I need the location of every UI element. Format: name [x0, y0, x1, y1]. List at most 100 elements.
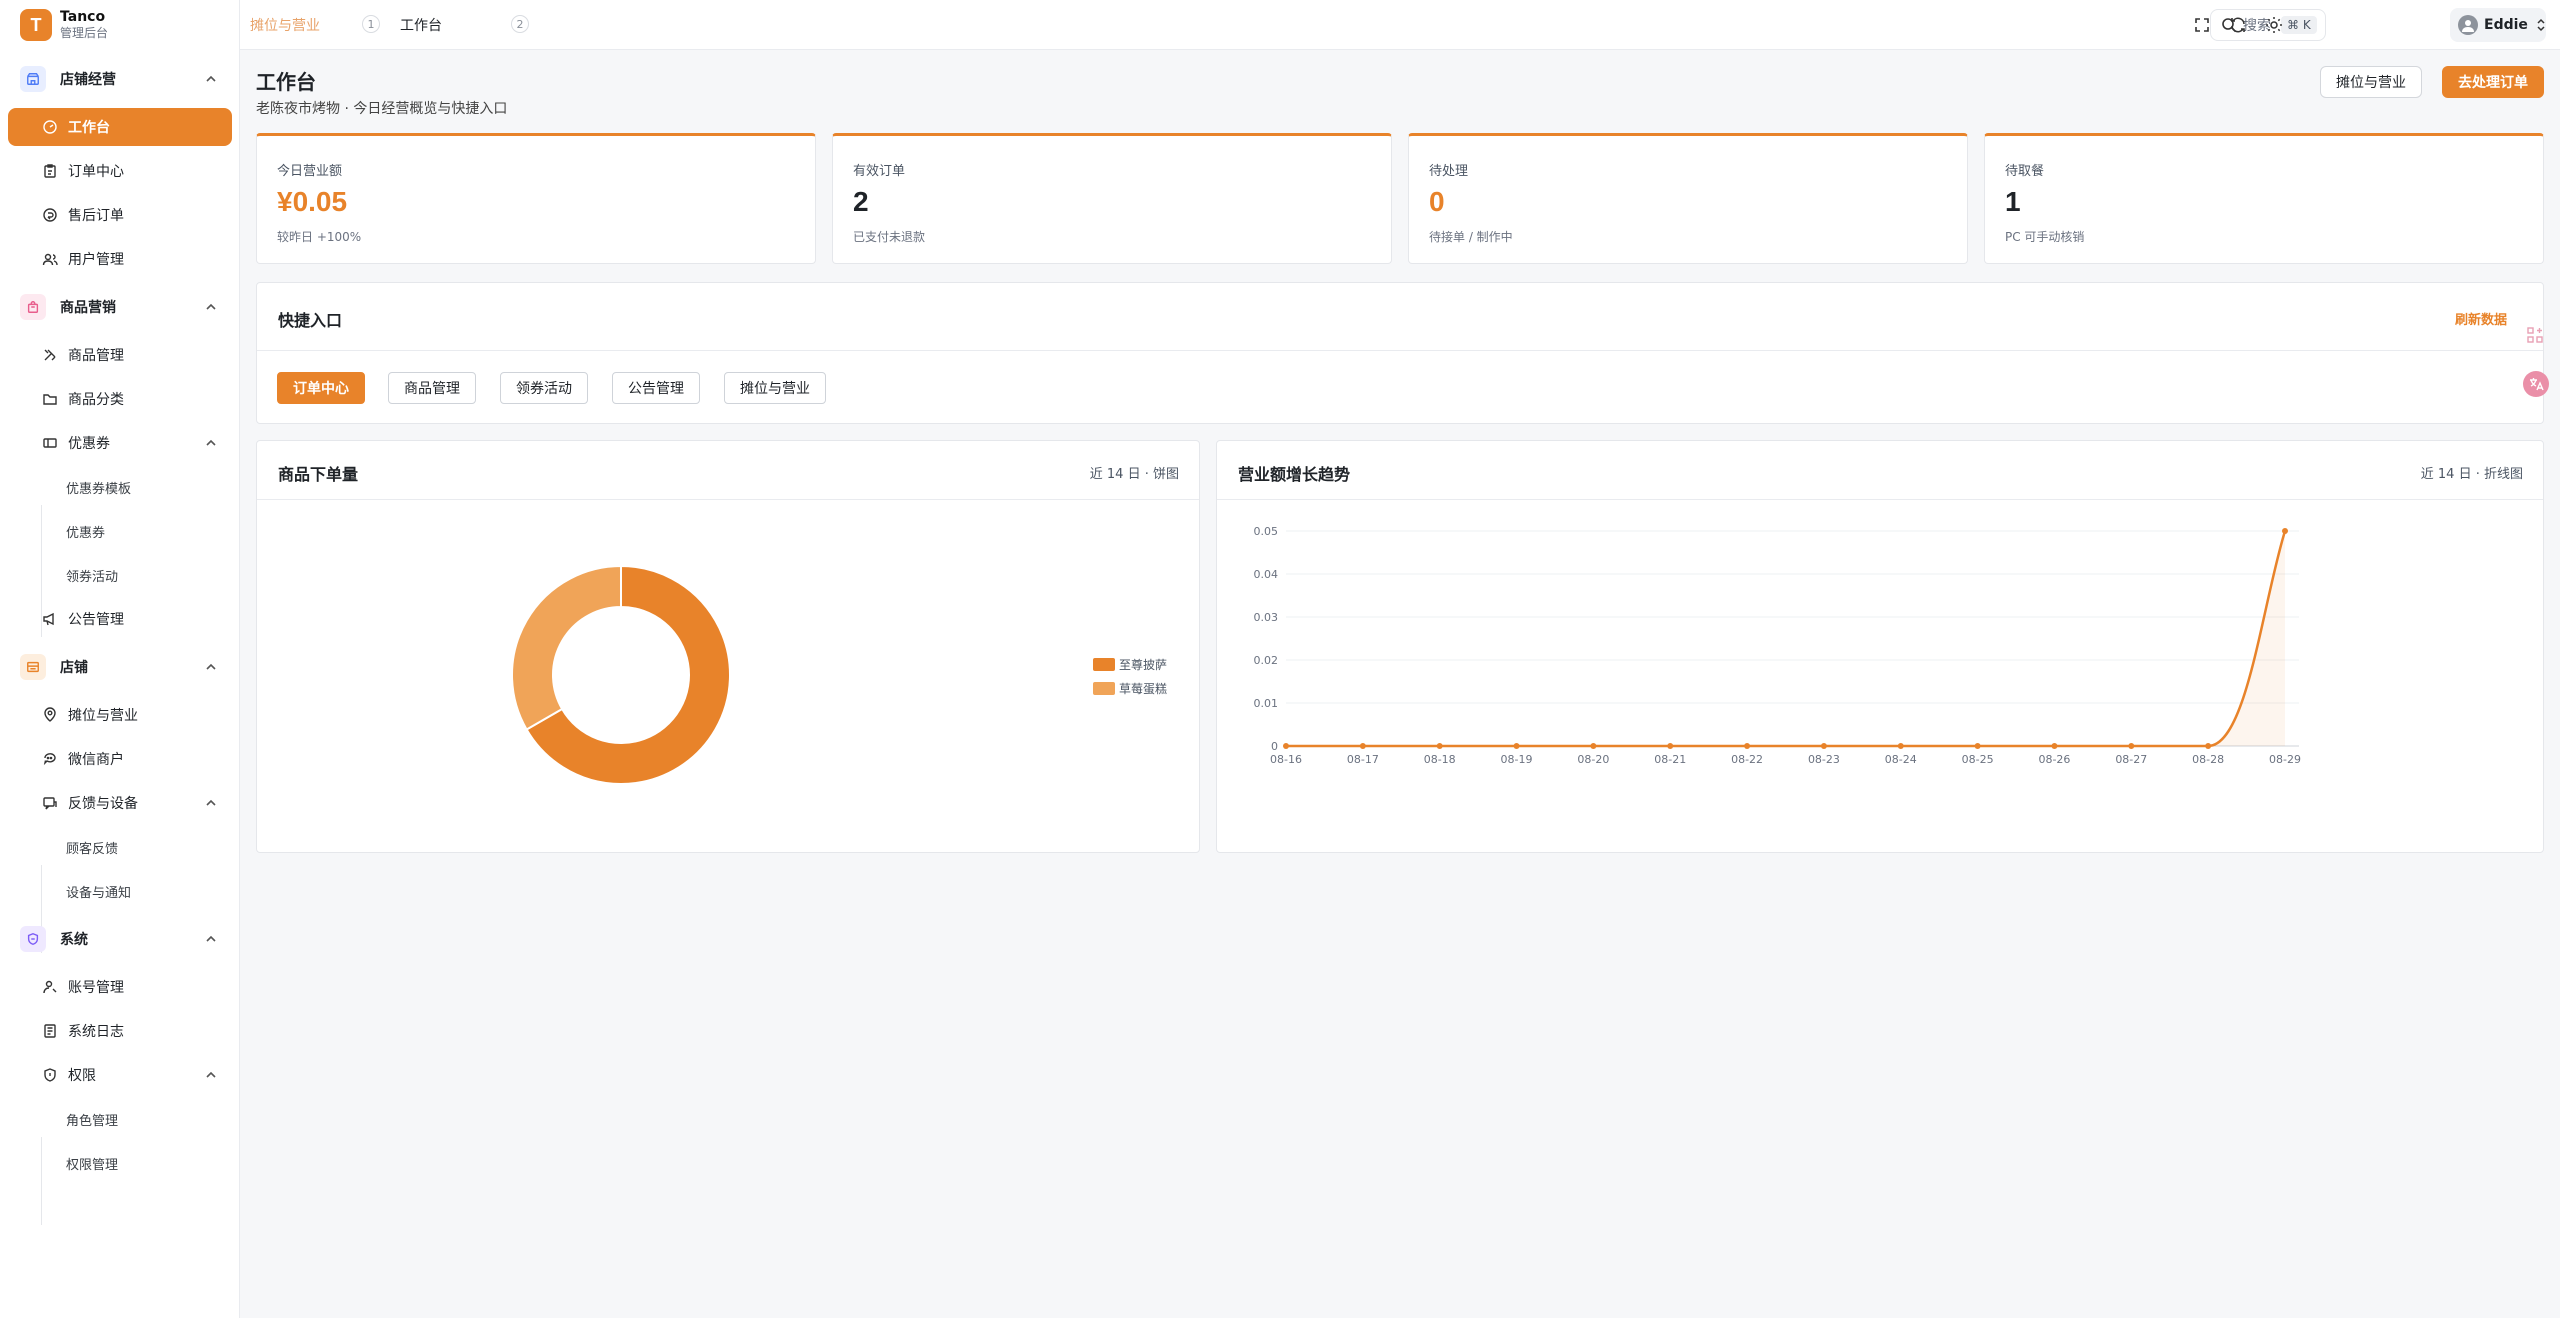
sidebar-item-17[interactable]: 系统日志	[8, 1012, 232, 1050]
tab-dashboard[interactable]: 工作台	[400, 0, 442, 50]
quick-stall-button[interactable]: 摊位与营业	[724, 372, 826, 404]
sidebar-item-label: 设备与通知	[66, 885, 132, 901]
sidebar-group-label: 店铺	[60, 660, 88, 676]
sidebar-item-label: 微信商户	[68, 752, 124, 768]
sidebar-subitem-14[interactable]: 顾客反馈	[8, 828, 232, 866]
sidebar-subitem-8[interactable]: 优惠券	[8, 512, 232, 550]
sidebar-item-12[interactable]: 微信商户	[8, 740, 232, 778]
stat-label: 今日营业额	[277, 164, 343, 179]
tab-stall[interactable]: 摊位与营业	[250, 0, 320, 50]
avatar	[2458, 15, 2478, 35]
user-key-icon	[42, 979, 58, 995]
data-point-10[interactable]	[2051, 743, 2058, 749]
card-header: 商品下单量 近 14 日 · 饼图	[257, 441, 1199, 500]
sidebar-nav: 店铺经营 工作台 订单中心 售后订单 用户管理 商品营销 商品管理 商品分类 优惠券 优惠券模板优…	[0, 50, 239, 1318]
chevron-up-icon	[206, 663, 216, 670]
stat-card-revenue: 今日营业额 ¥0.05 较昨日 +100%	[256, 133, 816, 264]
quick-announcements-button[interactable]: 公告管理	[612, 372, 700, 404]
y-tick-label: 0.04	[1254, 568, 1279, 581]
stat-value: 2	[853, 186, 869, 217]
data-point-13[interactable]	[2282, 528, 2288, 534]
feedback-icon	[42, 795, 58, 811]
card-header: 快捷入口 刷新数据	[257, 283, 2543, 351]
store-icon	[20, 66, 46, 92]
sidebar-group-label: 商品营销	[60, 300, 116, 316]
fullscreen-icon[interactable]	[2192, 15, 2212, 35]
sidebar-item-11[interactable]: 摊位与营业	[8, 696, 232, 734]
y-tick-label: 0.02	[1254, 654, 1279, 667]
data-point-1[interactable]	[1359, 743, 1366, 749]
legend-label[interactable]: 草莓蛋糕	[1119, 682, 1167, 696]
sidebar-item-label: 权限管理	[66, 1157, 119, 1173]
sidebar-item-0[interactable]: 工作台	[8, 108, 232, 146]
brand-logo: T	[20, 9, 52, 41]
line-card-meta: 近 14 日 · 折线图	[2420, 467, 2523, 482]
grid-add-icon[interactable]	[2524, 324, 2546, 346]
user-menu[interactable]: Eddie	[2450, 8, 2546, 42]
stall-button[interactable]: 摊位与营业	[2320, 66, 2422, 98]
pie-chart-card: 商品下单量 近 14 日 · 饼图 至尊披萨草莓蛋糕	[256, 440, 1200, 853]
refund-icon	[42, 207, 58, 223]
sidebar-item-13[interactable]: 反馈与设备	[8, 784, 232, 822]
folder-icon	[42, 391, 58, 407]
sidebar-item-16[interactable]: 账号管理	[8, 968, 232, 1006]
sidebar-item-18[interactable]: 权限	[8, 1056, 232, 1094]
x-tick-label: 08-17	[1347, 753, 1379, 766]
data-point-0[interactable]	[1283, 743, 1289, 749]
stat-note: PC 可手动核销	[2005, 230, 2085, 244]
legend-label[interactable]: 至尊披萨	[1119, 657, 1167, 672]
line-card-title: 营业额增长趋势	[1238, 465, 1351, 484]
chevron-up-icon	[206, 799, 216, 806]
quick-coupon-activity-button[interactable]: 领券活动	[500, 372, 588, 404]
pie-card-meta: 近 14 日 · 饼图	[1089, 467, 1179, 482]
data-point-11[interactable]	[2128, 743, 2135, 749]
sidebar-subitem-9[interactable]: 领券活动	[8, 556, 232, 594]
quick-products-button[interactable]: 商品管理	[388, 372, 476, 404]
x-tick-label: 08-27	[2115, 753, 2147, 766]
sidebar-item-1[interactable]: 订单中心	[8, 152, 232, 190]
data-point-7[interactable]	[1820, 743, 1827, 749]
sidebar-item-label: 账号管理	[68, 980, 124, 996]
y-tick-label: 0.05	[1254, 525, 1279, 538]
data-point-2[interactable]	[1436, 743, 1443, 749]
sidebar-item-label: 反馈与设备	[68, 796, 138, 812]
data-point-6[interactable]	[1744, 743, 1751, 749]
sidebar-group-2[interactable]: 店铺	[8, 648, 232, 686]
sidebar-subitem-20[interactable]: 权限管理	[8, 1144, 232, 1182]
sidebar-item-10[interactable]: 公告管理	[8, 600, 232, 638]
data-point-9[interactable]	[1974, 743, 1981, 749]
sidebar-item-3[interactable]: 用户管理	[8, 240, 232, 278]
sidebar-item-6[interactable]: 优惠券	[8, 424, 232, 462]
theme-sun-icon[interactable]	[2264, 15, 2284, 35]
stat-label: 有效订单	[853, 164, 906, 179]
bag-icon	[20, 294, 46, 320]
quick-order-center-button[interactable]: 订单中心	[277, 372, 365, 404]
user-name: Eddie	[2484, 17, 2528, 33]
stat-card-pickup: 待取餐 1 PC 可手动核销	[1984, 133, 2544, 264]
sidebar-group-0[interactable]: 店铺经营	[8, 60, 232, 98]
refresh-data-link[interactable]: 刷新数据	[2455, 309, 2507, 328]
process-orders-button[interactable]: 去处理订单	[2442, 66, 2544, 98]
data-point-4[interactable]	[1590, 743, 1597, 749]
data-point-8[interactable]	[1897, 743, 1904, 749]
sidebar-group-3[interactable]: 系统	[8, 920, 232, 958]
x-tick-label: 08-21	[1654, 753, 1686, 766]
page-subtitle: 老陈夜市烤物 · 今日经营概览与快捷入口	[256, 101, 508, 117]
chevron-updown-icon	[2537, 18, 2545, 32]
data-point-3[interactable]	[1513, 743, 1520, 749]
data-point-12[interactable]	[2205, 743, 2212, 749]
pie-slice-1[interactable]	[511, 564, 622, 731]
sidebar-item-2[interactable]: 售后订单	[8, 196, 232, 234]
sidebar-item-5[interactable]: 商品分类	[8, 380, 232, 418]
topbar: 摊位与营业 1 工作台 2 搜索 ⌘ K Eddie	[240, 0, 2560, 50]
x-tick-label: 08-18	[1424, 753, 1456, 766]
sidebar-subitem-15[interactable]: 设备与通知	[8, 872, 232, 910]
data-point-5[interactable]	[1667, 743, 1674, 749]
sidebar-item-label: 公告管理	[68, 612, 124, 628]
sidebar-subitem-19[interactable]: 角色管理	[8, 1100, 232, 1138]
translate-icon[interactable]	[2523, 371, 2549, 397]
sidebar-item-4[interactable]: 商品管理	[8, 336, 232, 374]
refresh-icon[interactable]	[2228, 15, 2248, 35]
sidebar-subitem-7[interactable]: 优惠券模板	[8, 468, 232, 506]
sidebar-group-1[interactable]: 商品营销	[8, 288, 232, 326]
